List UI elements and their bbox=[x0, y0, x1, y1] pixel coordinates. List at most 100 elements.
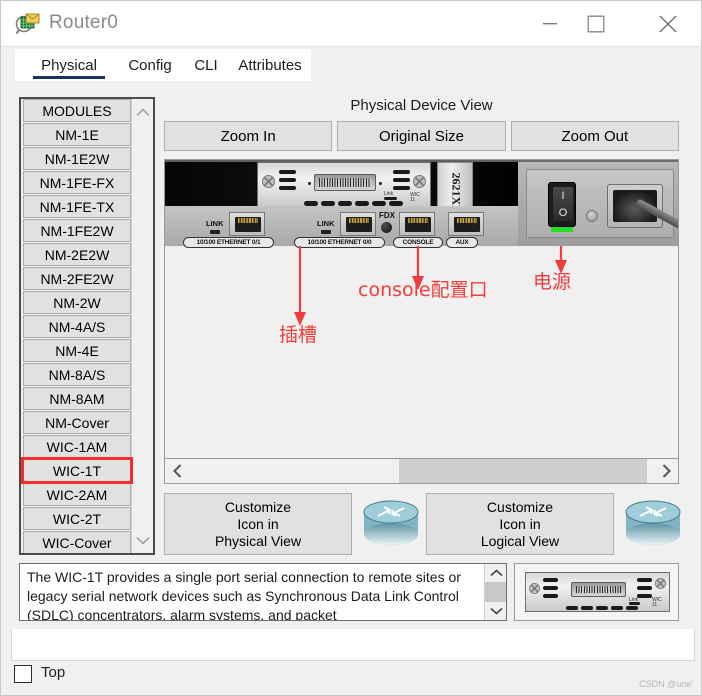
top-checkbox[interactable] bbox=[14, 665, 32, 683]
aux-port[interactable] bbox=[448, 212, 484, 236]
chevron-up-icon[interactable] bbox=[132, 101, 154, 123]
module-item-label: NM-2E2W bbox=[44, 246, 110, 263]
preview-wic-label: WIC 11 bbox=[652, 597, 662, 608]
router-icon bbox=[625, 500, 681, 545]
packet-tracer-device-icon bbox=[15, 12, 41, 36]
fdx-button[interactable] bbox=[381, 222, 392, 233]
module-item-nm-4e[interactable]: NM-4E bbox=[23, 339, 131, 362]
close-button[interactable] bbox=[645, 1, 691, 47]
original-size-button[interactable]: Original Size bbox=[337, 121, 506, 151]
customize-physical-line3: Physical View bbox=[214, 532, 302, 549]
module-item-nm-2fe2w[interactable]: NM-2FE2W bbox=[23, 267, 131, 290]
module-item-nm-8a-s[interactable]: NM-8A/S bbox=[23, 363, 131, 386]
module-item-nm-4a-s[interactable]: NM-4A/S bbox=[23, 315, 131, 338]
module-item-nm-2w[interactable]: NM-2W bbox=[23, 291, 131, 314]
power-supply-plate: I O bbox=[526, 169, 678, 238]
chevron-right-icon[interactable] bbox=[654, 459, 678, 483]
chevron-down-icon[interactable] bbox=[485, 602, 506, 620]
module-item-label: NM-1FE2W bbox=[40, 222, 114, 239]
annotation-arrow-slot bbox=[294, 246, 306, 326]
tab-config[interactable]: Config bbox=[119, 49, 181, 81]
customize-icon-physical-view-button[interactable]: Customize Icon in Physical View bbox=[164, 493, 352, 555]
module-description-text: The WIC-1T provides a single port serial… bbox=[27, 569, 461, 621]
screw-icon bbox=[413, 175, 426, 188]
wic-1t-module-preview: Link WIC 11 bbox=[525, 572, 670, 612]
module-item-wic-2t[interactable]: WIC-2T bbox=[23, 507, 131, 530]
module-item-label: WIC-Cover bbox=[42, 534, 112, 551]
module-item-label: NM-4E bbox=[55, 342, 99, 359]
tab-physical-label: Physical bbox=[41, 56, 97, 74]
module-description-box[interactable]: The WIC-1T provides a single port serial… bbox=[19, 563, 507, 621]
customize-icon-logical-view-button[interactable]: Customize Icon in Logical View bbox=[426, 493, 614, 555]
module-item-label: NM-2W bbox=[53, 294, 101, 311]
ethernet-port-0-1[interactable] bbox=[229, 212, 265, 236]
power-rocker[interactable]: I O bbox=[553, 187, 573, 221]
chevron-up-icon[interactable] bbox=[485, 564, 506, 582]
wic-module-slot[interactable]: Link WIC 11 bbox=[257, 162, 431, 208]
module-item-label: NM-2FE2W bbox=[40, 270, 114, 287]
customize-logical-line2: Icon in bbox=[499, 515, 541, 532]
module-item-nm-1e[interactable]: NM-1E bbox=[23, 123, 131, 146]
annotation-label-console: console配置口 bbox=[358, 279, 488, 301]
module-item-nm-1fe2w[interactable]: NM-1FE2W bbox=[23, 219, 131, 242]
physical-device-view-title: Physical Device View bbox=[350, 97, 493, 114]
module-item-label: WIC-1AM bbox=[46, 438, 108, 455]
ethernet-port-0-0[interactable] bbox=[340, 212, 376, 236]
module-item-nm-cover[interactable]: NM-Cover bbox=[23, 411, 131, 434]
tab-attributes[interactable]: Attributes bbox=[229, 49, 311, 81]
modules-list[interactable]: MODULES NM-1E NM-1E2W NM-1FE-FX NM-1FE-TX NM-… bbox=[21, 99, 133, 553]
module-item-label: NM-4A/S bbox=[48, 318, 106, 335]
port-label-aux: AUX bbox=[446, 237, 478, 248]
screw-icon bbox=[529, 583, 540, 594]
footer-white-area bbox=[11, 629, 695, 661]
maximize-icon bbox=[587, 15, 605, 33]
tab-cli[interactable]: CLI bbox=[187, 49, 225, 81]
customize-icon-row: Customize Icon in Physical View Customiz… bbox=[164, 493, 681, 558]
zoom-out-button[interactable]: Zoom Out bbox=[510, 121, 679, 151]
serial-dvi-connector bbox=[571, 582, 626, 597]
chevron-left-icon[interactable] bbox=[165, 459, 189, 483]
maximize-button[interactable] bbox=[573, 1, 619, 47]
port-label-eth01: 10/100 ETHERNET 0/1 bbox=[183, 237, 274, 248]
tab-physical[interactable]: Physical bbox=[29, 49, 109, 81]
title-bar: Router0 bbox=[1, 1, 701, 47]
module-item-nm-1fe-fx[interactable]: NM-1FE-FX bbox=[23, 171, 131, 194]
zoom-in-button[interactable]: Zoom In bbox=[164, 121, 333, 151]
tab-bar: Physical Config CLI Attributes bbox=[15, 49, 701, 81]
description-scrollbar[interactable] bbox=[484, 564, 506, 620]
console-port[interactable] bbox=[399, 212, 435, 236]
hscroll-thumb[interactable] bbox=[399, 459, 647, 483]
screw-icon bbox=[586, 210, 598, 222]
device-view-hscrollbar[interactable] bbox=[164, 458, 679, 484]
minimize-button[interactable] bbox=[527, 1, 573, 47]
description-scroll-thumb[interactable] bbox=[485, 582, 506, 602]
fdx-label: FDX bbox=[379, 211, 395, 220]
module-item-wic-1am[interactable]: WIC-1AM bbox=[23, 435, 131, 458]
power-switch[interactable]: I O bbox=[548, 182, 576, 227]
module-item-label: NM-Cover bbox=[45, 414, 109, 431]
modules-scrollbar[interactable] bbox=[131, 99, 153, 553]
customize-logical-line3: Logical View bbox=[480, 532, 560, 549]
module-item-nm-1e2w[interactable]: NM-1E2W bbox=[23, 147, 131, 170]
screw-icon bbox=[262, 175, 275, 188]
power-off-symbol: O bbox=[558, 206, 568, 219]
module-item-label: WIC-2T bbox=[52, 510, 102, 527]
device-view-canvas[interactable]: Link WIC11 2621XM W0 Cisco Systems LINK bbox=[164, 159, 679, 484]
tab-active-indicator bbox=[33, 76, 105, 79]
module-item-wic-cover[interactable]: WIC-Cover bbox=[23, 531, 131, 553]
module-item-nm-1fe-tx[interactable]: NM-1FE-TX bbox=[23, 195, 131, 218]
power-on-symbol: I bbox=[561, 189, 565, 202]
customize-physical-line1: Customize bbox=[224, 498, 292, 515]
module-item-wic-2am[interactable]: WIC-2AM bbox=[23, 483, 131, 506]
module-item-label: NM-8A/S bbox=[48, 366, 106, 383]
module-item-nm-8am[interactable]: NM-8AM bbox=[23, 387, 131, 410]
hscroll-track[interactable] bbox=[189, 459, 654, 483]
minimize-icon bbox=[543, 23, 557, 25]
router-icon bbox=[363, 500, 419, 545]
customize-physical-line2: Icon in bbox=[237, 515, 279, 532]
chevron-down-icon[interactable] bbox=[132, 529, 154, 551]
module-item-label: NM-1FE-FX bbox=[39, 174, 115, 191]
module-item-nm-2e2w[interactable]: NM-2E2W bbox=[23, 243, 131, 266]
module-item-modules[interactable]: MODULES bbox=[23, 99, 131, 122]
module-item-wic-1t[interactable]: WIC-1T bbox=[21, 457, 133, 484]
